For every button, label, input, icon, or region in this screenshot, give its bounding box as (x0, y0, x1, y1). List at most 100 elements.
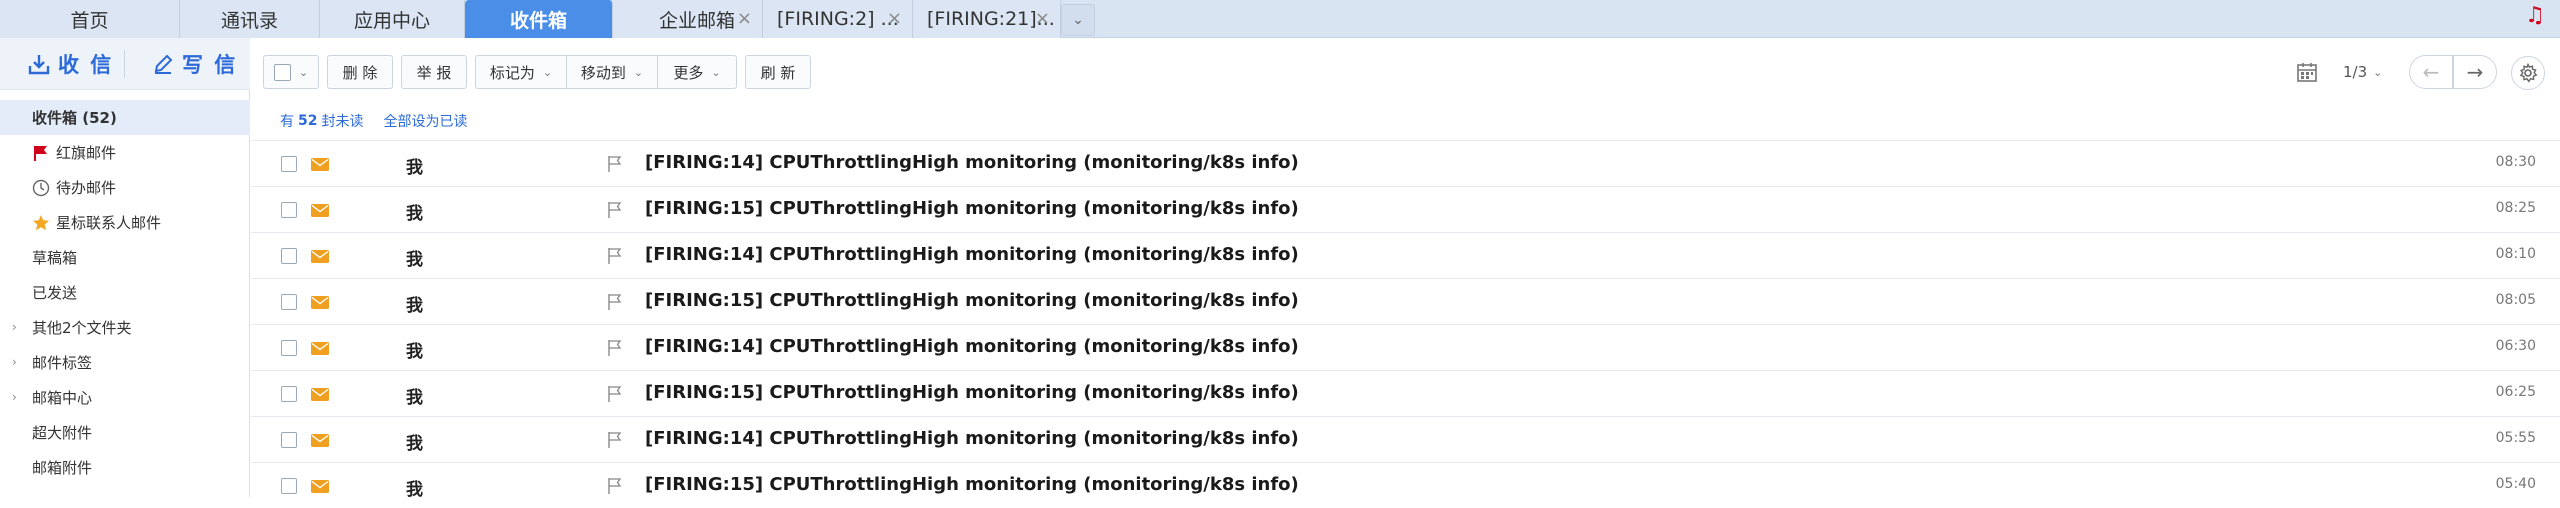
delete-button[interactable]: 删 除 (327, 55, 393, 89)
mail-subject: [FIRING:14] CPUThrottlingHigh monitoring… (645, 336, 1299, 357)
move-to-dropdown[interactable]: 移动到 ⌄ (566, 55, 658, 89)
mail-subject: [FIRING:14] CPUThrottlingHigh monitoring… (645, 428, 1299, 449)
mail-row-checkbox[interactable] (281, 248, 297, 264)
mail-row[interactable]: 我 [FIRING:14] CPUThrottlingHigh monitori… (251, 324, 2560, 370)
close-icon[interactable]: × (887, 8, 902, 29)
envelope-icon (311, 204, 329, 217)
mail-sender: 我 (406, 250, 423, 270)
folder-sent-label: 已发送 (32, 284, 78, 302)
flag-outline-icon[interactable] (607, 247, 623, 265)
tab-enterprise-mail[interactable]: 企业邮箱 × (613, 0, 763, 38)
write-mail-button[interactable]: 写 信 (152, 48, 237, 80)
mail-list: 我 [FIRING:14] CPUThrottlingHigh monitori… (251, 140, 2560, 508)
toolbar: ⌄ 删 除 举 报 标记为 ⌄ 移动到 ⌄ 更多 ⌄ 刷 新 1/3 ⌄ ← → (251, 38, 2560, 104)
folder-sent[interactable]: 已发送 (0, 275, 250, 310)
tab-inbox[interactable]: 收件箱 (465, 0, 613, 38)
close-icon[interactable]: × (737, 8, 752, 29)
select-all-checkbox[interactable] (273, 63, 291, 81)
mail-row[interactable]: 我 [FIRING:15] CPUThrottlingHigh monitori… (251, 186, 2560, 232)
chevron-down-icon: ⌄ (542, 65, 553, 79)
folder-large-attachments[interactable]: 超大附件 (0, 415, 250, 450)
folder-todo-label: 待办邮件 (56, 179, 117, 197)
flag-outline-icon[interactable] (607, 385, 623, 403)
tab-contacts[interactable]: 通讯录 (180, 0, 320, 38)
tab-firing-21[interactable]: [FIRING:21]... × (913, 0, 1061, 38)
mail-row-checkbox[interactable] (281, 432, 297, 448)
top-tab-bar: 首页 通讯录 应用中心 收件箱 企业邮箱 × [FIRING:2] ... × … (0, 0, 2560, 38)
flag-outline-icon[interactable] (607, 201, 623, 219)
mail-time: 08:25 (2495, 200, 2536, 216)
chevron-right-icon[interactable]: › (12, 390, 17, 404)
flag-outline-icon[interactable] (607, 431, 623, 449)
flag-outline-icon[interactable] (607, 293, 623, 311)
mail-row-checkbox[interactable] (281, 202, 297, 218)
flag-outline-icon[interactable] (607, 339, 623, 357)
folder-starred-contacts-label: 星标联系人邮件 (56, 214, 162, 232)
chevron-right-icon[interactable]: › (12, 320, 17, 334)
mark-as-dropdown[interactable]: 标记为 ⌄ (475, 55, 567, 89)
mail-sender: 我 (406, 388, 423, 408)
folder-mail-tags[interactable]: › 邮件标签 (0, 345, 250, 380)
folder-mailbox-center[interactable]: › 邮箱中心 (0, 380, 250, 415)
more-label: 更多 (673, 63, 704, 82)
report-button-label: 举 报 (416, 63, 452, 82)
envelope-icon (311, 296, 329, 309)
mail-row[interactable]: 我 [FIRING:14] CPUThrottlingHigh monitori… (251, 416, 2560, 462)
close-icon[interactable]: × (1035, 8, 1050, 29)
mail-time: 06:30 (2495, 338, 2536, 354)
mark-all-read-link[interactable]: 全部设为已读 (383, 111, 467, 131)
mail-row-checkbox[interactable] (281, 386, 297, 402)
prev-page-button[interactable]: ← (2409, 55, 2453, 89)
unread-suffix: 封未读 (321, 114, 364, 130)
mail-row[interactable]: 我 [FIRING:15] CPUThrottlingHigh monitori… (251, 370, 2560, 416)
mail-row-checkbox[interactable] (281, 156, 297, 172)
calendar-icon[interactable] (2296, 61, 2318, 83)
tab-app-center[interactable]: 应用中心 (320, 0, 465, 38)
tab-firing-2[interactable]: [FIRING:2] ... × (763, 0, 913, 38)
settings-button[interactable] (2511, 56, 2545, 90)
folder-inbox-label: 收件箱 (52) (32, 109, 117, 127)
tab-overflow-button[interactable]: ⌄ (1061, 4, 1095, 36)
tab-home[interactable]: 首页 (0, 0, 180, 38)
folder-list: 收件箱 (52) 红旗邮件 待办邮件 星标联系人邮件 草稿箱 已发送 › 其他2… (0, 100, 250, 485)
mail-row[interactable]: 我 [FIRING:15] CPUThrottlingHigh monitori… (251, 278, 2560, 324)
chevron-down-icon: ⌄ (1072, 12, 1084, 28)
mail-row-checkbox[interactable] (281, 478, 297, 494)
tab-firing-2-label: [FIRING:2] ... (777, 8, 899, 30)
flag-outline-icon[interactable] (607, 155, 623, 173)
mail-row-checkbox[interactable] (281, 340, 297, 356)
mail-row[interactable]: 我 [FIRING:14] CPUThrottlingHigh monitori… (251, 232, 2560, 278)
chevron-right-icon[interactable]: › (12, 355, 17, 369)
chevron-down-icon: ⌄ (633, 65, 644, 79)
envelope-icon (311, 158, 329, 171)
flag-outline-icon[interactable] (607, 477, 623, 495)
folder-other-folders[interactable]: › 其他2个文件夹 (0, 310, 250, 345)
folder-mailbox-attachments[interactable]: 邮箱附件 (0, 450, 250, 485)
folder-todo[interactable]: 待办邮件 (0, 170, 250, 205)
refresh-button[interactable]: 刷 新 (745, 55, 811, 89)
folder-inbox[interactable]: 收件箱 (52) (0, 100, 250, 135)
tab-app-center-label: 应用中心 (353, 9, 430, 32)
mail-time: 08:05 (2495, 292, 2536, 308)
report-button[interactable]: 举 报 (401, 55, 467, 89)
select-all-dropdown[interactable]: ⌄ (263, 55, 319, 89)
mail-row-checkbox[interactable] (281, 294, 297, 310)
envelope-icon (311, 434, 329, 447)
music-note-icon[interactable]: ♫ (2522, 3, 2548, 29)
receive-mail-button[interactable]: 收 信 (28, 48, 113, 80)
mail-time: 08:10 (2495, 246, 2536, 262)
mail-row[interactable]: 我 [FIRING:15] CPUThrottlingHigh monitori… (251, 462, 2560, 508)
mail-row[interactable]: 我 [FIRING:14] CPUThrottlingHigh monitori… (251, 140, 2560, 186)
mail-time: 05:55 (2495, 430, 2536, 446)
red-flag-icon (34, 146, 47, 161)
page-indicator-dropdown[interactable]: 1/3 ⌄ (2343, 55, 2382, 89)
envelope-icon (311, 388, 329, 401)
more-dropdown[interactable]: 更多 ⌄ (657, 55, 737, 89)
tab-contacts-label: 通讯录 (220, 9, 278, 32)
next-page-button[interactable]: → (2453, 55, 2497, 89)
folder-starred-contacts[interactable]: 星标联系人邮件 (0, 205, 250, 240)
folder-drafts[interactable]: 草稿箱 (0, 240, 250, 275)
folder-red-flag[interactable]: 红旗邮件 (0, 135, 250, 170)
mail-sender: 我 (406, 480, 423, 500)
mail-subject: [FIRING:14] CPUThrottlingHigh monitoring… (645, 244, 1299, 265)
